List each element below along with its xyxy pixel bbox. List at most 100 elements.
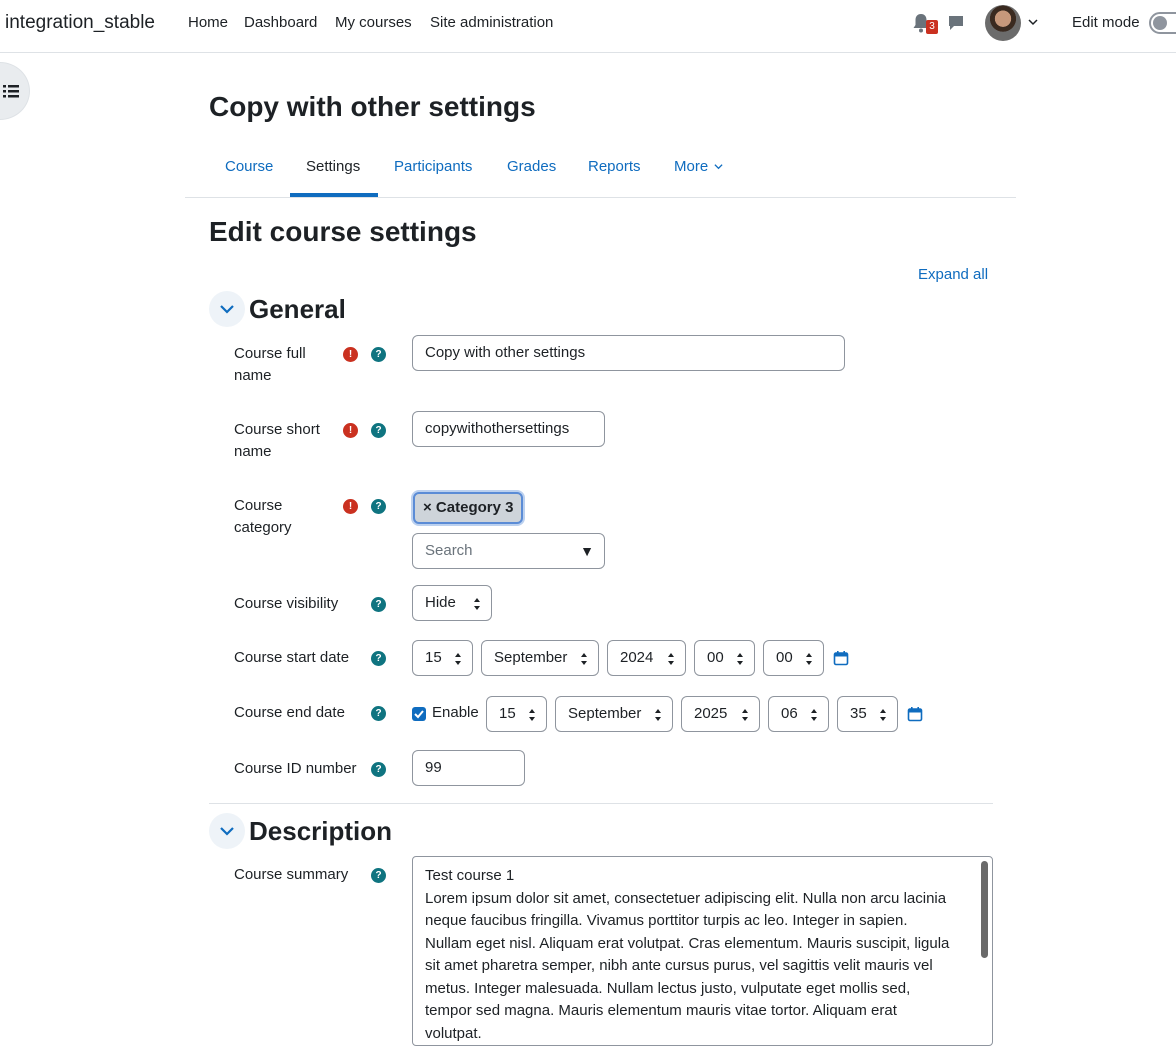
- selected-category-chip[interactable]: × Category 3: [413, 492, 524, 524]
- startdate-day-select[interactable]: 15: [412, 640, 473, 676]
- required-icon: !: [343, 423, 358, 438]
- enddate-minute-select[interactable]: 35: [837, 696, 898, 732]
- summary-line: Lorem ipsum dolor sit amet, consectetuer…: [425, 889, 947, 907]
- startdate-hour-value: 00: [707, 649, 724, 666]
- tab-more[interactable]: More: [674, 158, 723, 175]
- dropdown-caret-icon[interactable]: ▼: [580, 534, 594, 568]
- idnumber-input[interactable]: 99: [412, 750, 525, 786]
- active-tab-indicator: [290, 193, 378, 197]
- checkmark-icon: [414, 710, 424, 719]
- help-icon[interactable]: ?: [371, 762, 386, 777]
- enddate-enable-checkbox[interactable]: [412, 707, 426, 721]
- startdate-day-value: 15: [425, 649, 442, 666]
- enddate-minute-value: 35: [850, 705, 867, 722]
- tab-reports[interactable]: Reports: [588, 158, 641, 175]
- tab-more-label: More: [674, 158, 709, 175]
- general-heading: General: [249, 294, 346, 324]
- tab-grades[interactable]: Grades: [507, 158, 556, 175]
- secondary-navigation: Course Settings Participants Grades Repo…: [185, 142, 1016, 198]
- startdate-year-select[interactable]: 2024: [607, 640, 686, 676]
- enddate-year-select[interactable]: 2025: [681, 696, 760, 732]
- tab-settings[interactable]: Settings: [306, 158, 360, 175]
- notification-count-badge: 3: [926, 20, 938, 34]
- visibility-label: Course visibility: [234, 595, 339, 612]
- select-arrows-icon: [455, 653, 461, 665]
- enddate-year-value: 2025: [694, 705, 728, 722]
- enddate-label: Course end date: [234, 704, 345, 721]
- fullname-input[interactable]: Copy with other settings: [412, 335, 845, 371]
- summary-line: neque faucibus fringilla. Vivamus portti…: [425, 912, 908, 929]
- startdate-month-select[interactable]: September: [481, 640, 599, 676]
- required-icon: !: [343, 499, 358, 514]
- description-collapse-button[interactable]: [209, 813, 245, 849]
- summary-label: Course summary: [234, 866, 349, 883]
- top-navbar: integration_stable Home Dashboard My cou…: [0, 0, 1176, 53]
- shortname-label: Course short name: [234, 421, 320, 460]
- tab-participants[interactable]: Participants: [394, 158, 472, 175]
- form-title: Edit course settings: [209, 216, 477, 247]
- select-arrows-icon: [474, 598, 480, 610]
- summary-scrollbar[interactable]: [981, 861, 988, 958]
- summary-editor[interactable]: Test course 1 Lorem ipsum dolor sit amet…: [412, 856, 993, 1046]
- enddate-hour-value: 06: [781, 705, 798, 722]
- select-arrows-icon: [668, 653, 674, 665]
- category-search-input[interactable]: Search ▼: [412, 533, 605, 569]
- user-avatar[interactable]: [985, 5, 1021, 41]
- select-arrows-icon: [880, 709, 886, 721]
- summary-line: tempor sed magna. Mauris elementum mauri…: [425, 1002, 897, 1019]
- chevron-down-icon: [220, 305, 234, 314]
- section-divider: [209, 803, 993, 804]
- nav-home[interactable]: Home: [188, 14, 228, 31]
- course-index-drawer-button[interactable]: [0, 62, 30, 120]
- nav-site-administration[interactable]: Site administration: [430, 14, 553, 31]
- startdate-label: Course start date: [234, 649, 350, 666]
- select-arrows-icon: [806, 653, 812, 665]
- enddate-day-value: 15: [499, 705, 516, 722]
- calendar-icon[interactable]: [907, 706, 923, 722]
- required-icon: !: [343, 347, 358, 362]
- tab-course[interactable]: Course: [225, 158, 273, 175]
- nav-dashboard[interactable]: Dashboard: [244, 14, 317, 31]
- enddate-enable-label[interactable]: Enable: [432, 704, 479, 721]
- summary-line: metus. Integer malesuada. Nullam lectus …: [425, 979, 911, 997]
- enddate-day-select[interactable]: 15: [486, 696, 547, 732]
- select-arrows-icon: [581, 653, 587, 665]
- startdate-year-value: 2024: [620, 649, 654, 666]
- shortname-input[interactable]: copywithothersettings: [412, 411, 605, 447]
- select-arrows-icon: [529, 709, 535, 721]
- startdate-minute-value: 00: [776, 649, 793, 666]
- summary-line: Nullam eget nisl. Aliquam erat volutpat.…: [425, 934, 950, 952]
- site-brand[interactable]: integration_stable: [5, 12, 155, 34]
- calendar-icon[interactable]: [833, 650, 849, 666]
- startdate-minute-select[interactable]: 00: [763, 640, 824, 676]
- help-icon[interactable]: ?: [371, 597, 386, 612]
- summary-line: sit amet pharetra semper, nibh ante curs…: [425, 957, 933, 974]
- page-title: Copy with other settings: [209, 91, 536, 122]
- help-icon[interactable]: ?: [371, 347, 386, 362]
- visibility-value: Hide: [425, 594, 456, 611]
- chevron-down-icon[interactable]: [1028, 17, 1038, 27]
- category-label: Course category: [234, 497, 292, 536]
- help-icon[interactable]: ?: [371, 706, 386, 721]
- fullname-label: Course full name: [234, 345, 306, 384]
- help-icon[interactable]: ?: [371, 423, 386, 438]
- description-heading: Description: [249, 816, 393, 846]
- help-icon[interactable]: ?: [371, 868, 386, 883]
- messages-icon[interactable]: [947, 14, 965, 32]
- enddate-hour-select[interactable]: 06: [768, 696, 829, 732]
- startdate-month-value: September: [494, 649, 568, 666]
- edit-mode-toggle[interactable]: [1149, 12, 1176, 34]
- summary-line: Test course 1: [425, 867, 515, 884]
- startdate-hour-select[interactable]: 00: [694, 640, 755, 676]
- select-arrows-icon: [811, 709, 817, 721]
- general-collapse-button[interactable]: [209, 291, 245, 327]
- idnumber-label: Course ID number: [234, 760, 357, 777]
- expand-all-link[interactable]: Expand all: [918, 266, 988, 283]
- visibility-select[interactable]: Hide: [412, 585, 492, 621]
- help-icon[interactable]: ?: [371, 499, 386, 514]
- nav-my-courses[interactable]: My courses: [335, 14, 412, 31]
- select-arrows-icon: [742, 709, 748, 721]
- enddate-month-select[interactable]: September: [555, 696, 673, 732]
- help-icon[interactable]: ?: [371, 651, 386, 666]
- category-search-placeholder: Search: [425, 542, 473, 559]
